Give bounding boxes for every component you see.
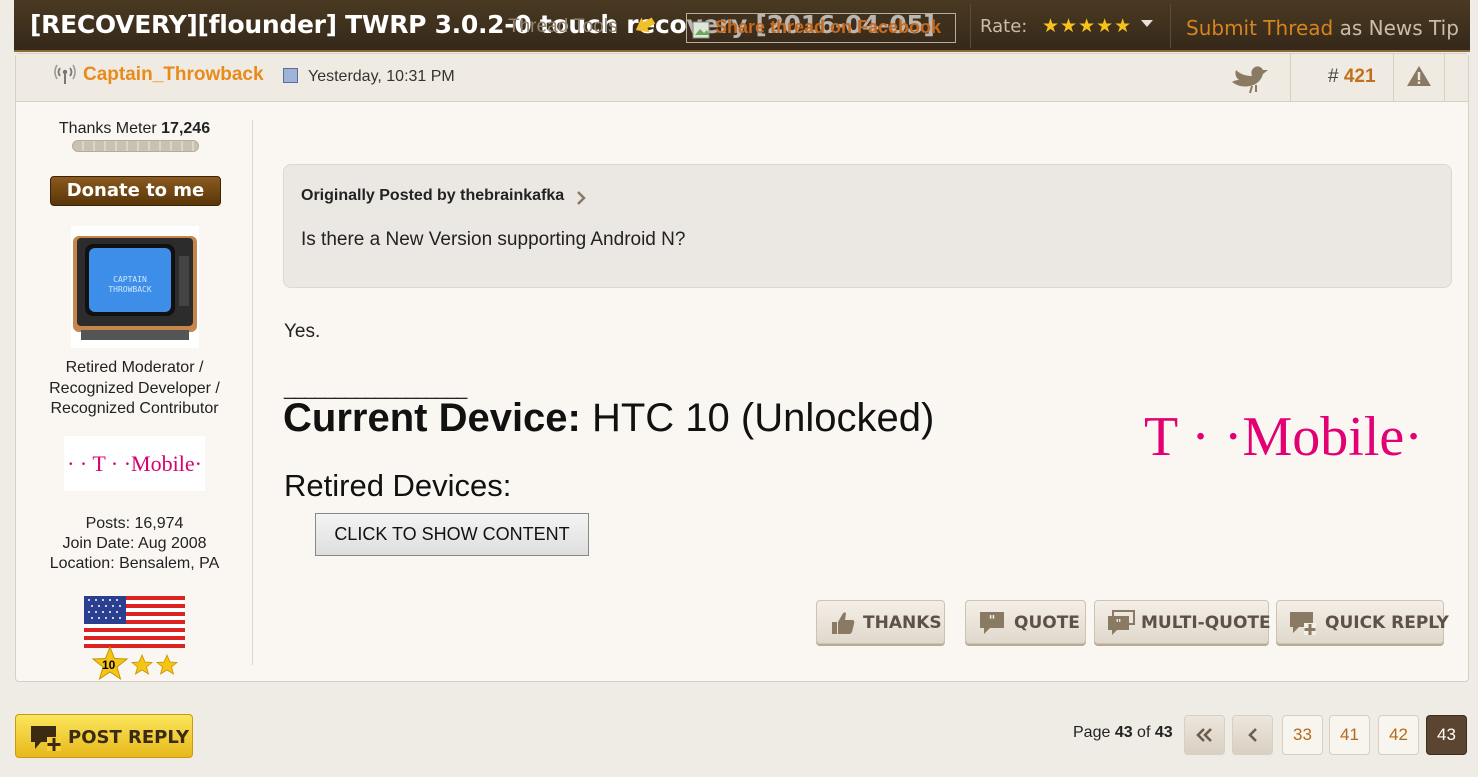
share-facebook-label: Share thread on Facebook [715, 17, 942, 37]
quote-label: QUOTE [1014, 613, 1080, 633]
user-title-line: Recognized Developer / [49, 379, 220, 397]
user-posts: Posts: 16,974 [85, 515, 184, 532]
user-info-panel: Thanks Meter 17,246 Donate to me CAPTAIN… [16, 102, 253, 682]
thanks-meter-bar [72, 140, 199, 152]
submit-thread-text: Submit Thread [1186, 16, 1334, 40]
post-number: 421 [1343, 66, 1376, 87]
view-post-arrow-icon[interactable] [576, 191, 586, 205]
post-number-link[interactable]: # 421 [1328, 66, 1376, 88]
divider [252, 120, 253, 665]
report-warning-icon[interactable] [1406, 64, 1432, 88]
page-total: 43 [1154, 724, 1173, 741]
thanks-label: THANKS [863, 613, 942, 633]
svg-text:CAPTAIN: CAPTAIN [113, 275, 147, 284]
quote-bubble-icon: " [980, 612, 1004, 634]
multi-quote-icon: " [1108, 610, 1135, 635]
page-of: of [1132, 724, 1155, 741]
post-number-prefix: # [1328, 66, 1339, 87]
rate-stars[interactable]: ★★★★★ [1042, 15, 1132, 38]
divider [1170, 4, 1171, 48]
thread-header-bar: [RECOVERY][flounder] TWRP 3.0.2-0 touch … [14, 0, 1470, 52]
donate-button[interactable]: Donate to me [50, 176, 221, 206]
first-page-button[interactable] [1184, 715, 1225, 755]
previous-page-button[interactable] [1232, 715, 1273, 755]
page-link-41[interactable]: 41 [1329, 715, 1370, 755]
post-date: Yesterday, 10:31 PM [308, 68, 455, 85]
thread-tools-arrow-icon[interactable] [632, 13, 658, 39]
quote-button[interactable]: " QUOTE [965, 600, 1086, 644]
page-link-33[interactable]: 33 [1282, 715, 1323, 755]
post-header: Captain_Throwback Yesterday, 10:31 PM # … [16, 54, 1468, 102]
user-title-line: Recognized Contributor [50, 400, 219, 417]
multi-quote-label: MULTI-QUOTE [1141, 613, 1271, 633]
retired-devices-label: Retired Devices: [284, 468, 512, 503]
current-device-value: HTC 10 (Unlocked) [580, 396, 935, 440]
show-content-button[interactable]: CLICK TO SHOW CONTENT [315, 513, 589, 556]
reputation-star-number: 10 [102, 658, 116, 672]
svg-text:": " [1116, 617, 1122, 630]
thread-tools-menu[interactable]: Thread Tools [508, 16, 618, 38]
thanks-meter-value: 17,246 [161, 120, 211, 137]
tmobile-logo: T · ·Mobile· [1144, 406, 1423, 468]
page-prefix: Page [1073, 724, 1115, 741]
reply-plus-icon [1290, 612, 1316, 635]
twitter-bird-icon[interactable] [1230, 62, 1270, 94]
thumbs-up-icon [832, 612, 855, 634]
post-document-icon [283, 68, 298, 83]
thanks-meter: Thanks Meter 17,246 [16, 120, 253, 138]
divider [970, 4, 971, 48]
us-flag-icon [84, 596, 185, 648]
forum-post: Captain_Throwback Yesterday, 10:31 PM # … [15, 53, 1469, 682]
multi-quote-button[interactable]: " MULTI-QUOTE [1094, 600, 1271, 644]
svg-text:": " [989, 614, 996, 629]
page-indicator: Page 43 of 43 [1073, 724, 1173, 742]
post-reply-label: POST REPLY [68, 727, 190, 748]
quote-attribution: Originally Posted by thebrainkafka [301, 187, 565, 204]
thanks-button[interactable]: THANKS [816, 600, 945, 644]
current-device-label: Current Device: [283, 396, 581, 440]
online-status-icon [54, 64, 76, 84]
post-body-text: Yes. [284, 321, 321, 342]
thanks-meter-label: Thanks Meter [58, 120, 157, 137]
post-reply-button[interactable]: POST REPLY [15, 714, 193, 758]
news-tip-text: as News Tip [1333, 16, 1459, 40]
user-stats: Posts: 16,974 Join Date: Aug 2008 Locati… [16, 514, 253, 574]
carrier-logo: · · T · ·Mobile· [64, 436, 205, 491]
quick-reply-button[interactable]: QUICK REPLY [1276, 600, 1449, 644]
page-link-current: 43 [1426, 715, 1467, 755]
chevron-down-icon[interactable] [1140, 16, 1154, 30]
share-facebook-button[interactable]: Share thread on Facebook [686, 13, 956, 43]
user-join-date: Join Date: Aug 2008 [62, 535, 207, 552]
divider [1444, 54, 1445, 102]
page-current: 43 [1114, 724, 1133, 741]
chevron-left-icon [1247, 728, 1257, 742]
quote-text: Is there a New Version supporting Androi… [301, 229, 686, 250]
submit-news-tip-link[interactable]: Submit Thread as News Tip [1186, 16, 1459, 40]
double-chevron-left-icon [1195, 728, 1212, 742]
signature-current-device: Current Device: HTC 10 (Unlocked) [283, 396, 934, 441]
rate-label: Rate: [980, 16, 1028, 37]
user-location: Location: Bensalem, PA [49, 555, 220, 572]
divider [1290, 54, 1291, 102]
quote-block: Originally Posted by thebrainkafka Is th… [283, 164, 1452, 288]
post-author-link[interactable]: Captain_Throwback [83, 64, 264, 86]
svg-text:THROWBACK: THROWBACK [108, 285, 152, 294]
reply-plus-icon [31, 726, 61, 751]
quick-reply-label: QUICK REPLY [1325, 613, 1449, 633]
broken-image-icon [692, 21, 710, 39]
user-title-line: Retired Moderator / [65, 359, 204, 376]
divider [1393, 54, 1394, 102]
user-title: Retired Moderator / Recognized Developer… [16, 358, 253, 420]
user-avatar[interactable]: CAPTAIN THROWBACK [71, 226, 199, 348]
page-link-42[interactable]: 42 [1378, 715, 1419, 755]
